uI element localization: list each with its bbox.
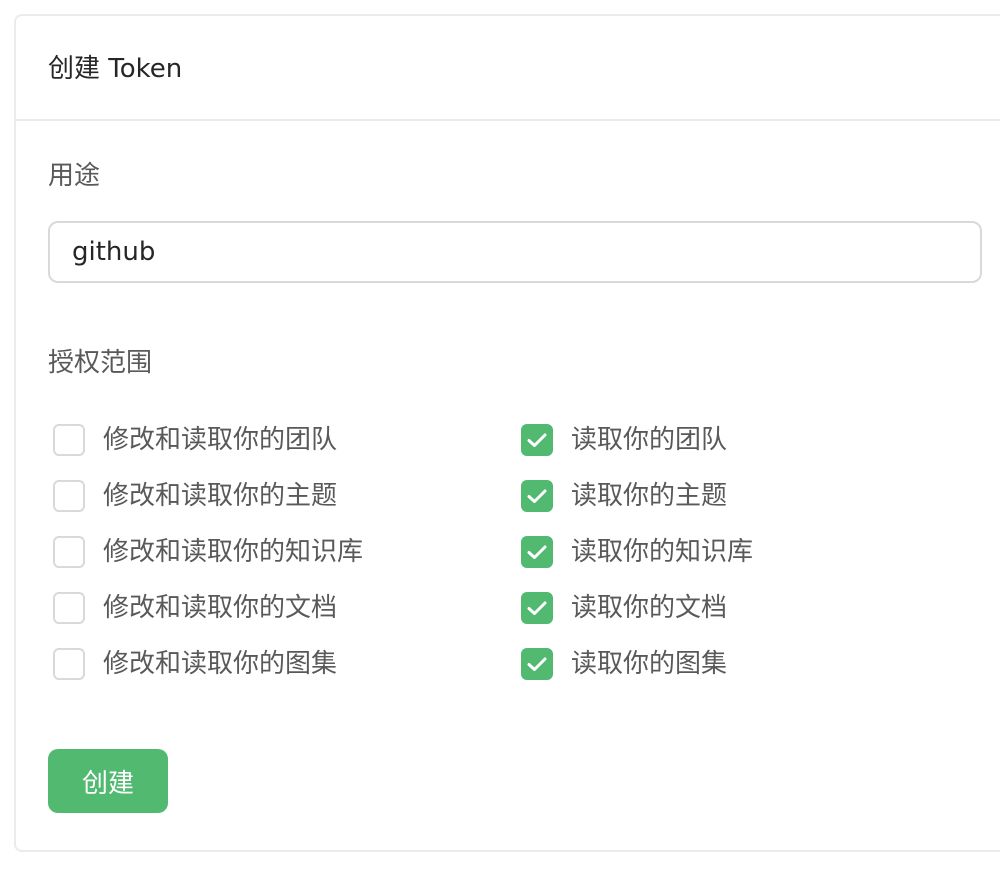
- create-token-card: 创建 Token 用途 授权范围 修改和读取你的团队 修改和读取你的主题 修改和…: [14, 14, 1000, 852]
- scope-checkbox-modify-gallery[interactable]: 修改和读取你的图集: [53, 647, 337, 681]
- scope-option-label: 读取你的团队: [571, 425, 728, 455]
- scope-option-label: 修改和读取你的团队: [103, 425, 338, 455]
- checkbox-checked[interactable]: [521, 480, 553, 512]
- scope-checkbox-read-team[interactable]: 读取你的团队: [521, 423, 727, 457]
- check-icon: [527, 489, 547, 503]
- scope-option-label: 读取你的文档: [571, 593, 728, 623]
- checkbox-unchecked[interactable]: [53, 536, 85, 568]
- scope-option-label: 修改和读取你的知识库: [103, 537, 364, 567]
- scope-option-label: 读取你的主题: [571, 481, 728, 511]
- checkbox-unchecked[interactable]: [53, 648, 85, 680]
- scope-checkbox-modify-doc[interactable]: 修改和读取你的文档: [53, 591, 337, 625]
- checkbox-checked[interactable]: [521, 592, 553, 624]
- scope-checkbox-modify-repo[interactable]: 修改和读取你的知识库: [53, 535, 363, 569]
- checkbox-unchecked[interactable]: [53, 424, 85, 456]
- check-icon: [527, 433, 547, 447]
- check-icon: [527, 545, 547, 559]
- scope-option-label: 读取你的图集: [571, 649, 728, 679]
- scope-checkbox-read-doc[interactable]: 读取你的文档: [521, 591, 727, 625]
- scope-option-label: 修改和读取你的主题: [103, 481, 338, 511]
- create-button[interactable]: 创建: [48, 749, 168, 813]
- card-body: 用途 授权范围 修改和读取你的团队 修改和读取你的主题 修改和读取你的知识库 修…: [16, 121, 1000, 850]
- scope-option-label: 修改和读取你的图集: [103, 649, 338, 679]
- checkbox-checked[interactable]: [521, 536, 553, 568]
- scope-checkbox-read-gallery[interactable]: 读取你的图集: [521, 647, 727, 681]
- checkbox-unchecked[interactable]: [53, 480, 85, 512]
- check-icon: [527, 601, 547, 615]
- checkbox-checked[interactable]: [521, 424, 553, 456]
- purpose-label: 用途: [48, 161, 101, 191]
- page-title: 创建 Token: [48, 54, 183, 84]
- scope-option-label: 修改和读取你的文档: [103, 593, 338, 623]
- scope-checkbox-modify-topic[interactable]: 修改和读取你的主题: [53, 479, 337, 513]
- scope-checkbox-read-topic[interactable]: 读取你的主题: [521, 479, 727, 513]
- scope-option-label: 读取你的知识库: [571, 537, 754, 567]
- purpose-input[interactable]: [48, 221, 982, 283]
- checkbox-unchecked[interactable]: [53, 592, 85, 624]
- scope-checkbox-modify-team[interactable]: 修改和读取你的团队: [53, 423, 337, 457]
- card-header: 创建 Token: [16, 16, 1000, 121]
- scope-checkbox-read-repo[interactable]: 读取你的知识库: [521, 535, 753, 569]
- scope-label: 授权范围: [48, 348, 153, 378]
- check-icon: [527, 657, 547, 671]
- checkbox-checked[interactable]: [521, 648, 553, 680]
